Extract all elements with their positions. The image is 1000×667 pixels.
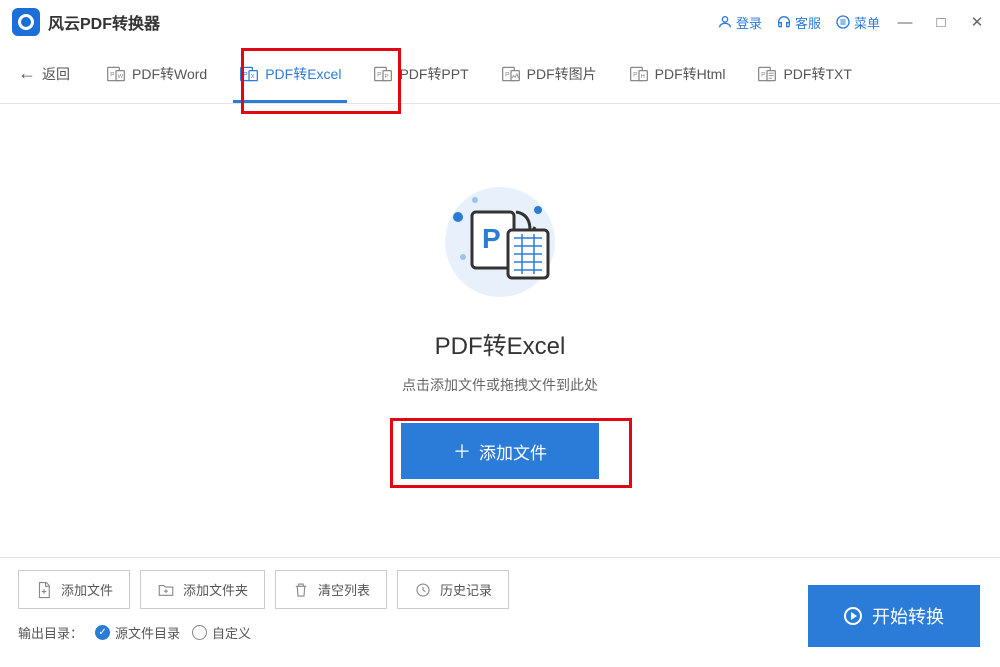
pdf-excel-icon: PX [239,64,259,84]
trash-icon [292,581,310,599]
back-button[interactable]: ← 返回 [18,63,70,84]
radio-source-dir[interactable]: 源文件目录 [95,623,180,642]
output-label: 输出目录： [18,623,83,642]
file-plus-icon [35,581,53,599]
bottom-bar: 添加文件 添加文件夹 清空列表 历史记录 输出目录： 源文件目录 自定义 开始转… [0,557,1000,667]
radio-custom-dir[interactable]: 自定义 [192,623,251,642]
add-file-button[interactable]: 添加文件 [18,570,130,609]
menu-button[interactable]: 菜单 [835,13,880,32]
illustration-icon: P [430,182,570,302]
tab-bar: ← 返回 PW PDF转Word PX PDF转Excel PP PDF转PPT… [0,44,1000,104]
pdf-word-icon: PW [106,64,126,84]
svg-text:P: P [482,223,501,254]
history-button[interactable]: 历史记录 [397,570,509,609]
main-heading: PDF转Excel [435,326,566,361]
minimize-button[interactable]: — [894,11,916,33]
pdf-image-icon: P [501,64,521,84]
svg-text:P: P [505,71,510,78]
tab-pdf-to-html[interactable]: PH PDF转Html [617,44,738,103]
back-arrow-icon: ← [18,63,36,84]
title-bar: 风云PDF转换器 登录 客服 菜单 — □ ✕ [0,0,1000,44]
pdf-txt-icon: P [757,64,777,84]
clear-list-button[interactable]: 清空列表 [275,570,387,609]
support-button[interactable]: 客服 [776,13,821,32]
add-file-main-button[interactable]: ＋ 添加文件 [401,423,599,479]
radio-unchecked-icon [192,625,207,640]
sub-text: 点击添加文件或拖拽文件到此处 [402,375,598,395]
tab-group: PW PDF转Word PX PDF转Excel PP PDF转PPT P PD… [94,44,864,103]
svg-text:P: P [762,71,767,78]
radio-checked-icon [95,625,110,640]
menu-icon [835,14,851,30]
svg-text:X: X [251,74,255,80]
app-title: 风云PDF转换器 [48,10,160,34]
svg-text:P: P [378,71,383,78]
svg-text:P: P [110,71,115,78]
svg-text:H: H [640,74,644,80]
svg-text:P: P [243,71,248,78]
tab-pdf-to-image[interactable]: P PDF转图片 [489,44,609,103]
tab-pdf-to-ppt[interactable]: PP PDF转PPT [361,44,480,103]
svg-text:P: P [385,74,389,80]
drop-zone[interactable]: P PDF转Excel 点击添加文件或拖拽文件到此处 ＋ 添加文件 [0,104,1000,557]
tab-pdf-to-txt[interactable]: P PDF转TXT [745,44,863,103]
tab-pdf-to-excel[interactable]: PX PDF转Excel [227,44,353,103]
pdf-html-icon: PH [629,64,649,84]
start-convert-button[interactable]: 开始转换 [808,585,980,647]
app-logo [12,8,40,36]
clock-icon [414,581,432,599]
user-icon [717,14,733,30]
title-actions: 登录 客服 菜单 — □ ✕ [717,11,988,33]
plus-icon: ＋ [453,438,471,464]
add-folder-button[interactable]: 添加文件夹 [140,570,265,609]
folder-plus-icon [157,581,175,599]
svg-text:W: W [118,74,124,80]
close-button[interactable]: ✕ [966,11,988,33]
headset-icon [776,14,792,30]
svg-text:P: P [633,71,638,78]
tab-pdf-to-word[interactable]: PW PDF转Word [94,44,219,103]
maximize-button[interactable]: □ [930,11,952,33]
pdf-ppt-icon: PP [373,64,393,84]
play-icon [844,607,862,625]
login-button[interactable]: 登录 [717,13,762,32]
